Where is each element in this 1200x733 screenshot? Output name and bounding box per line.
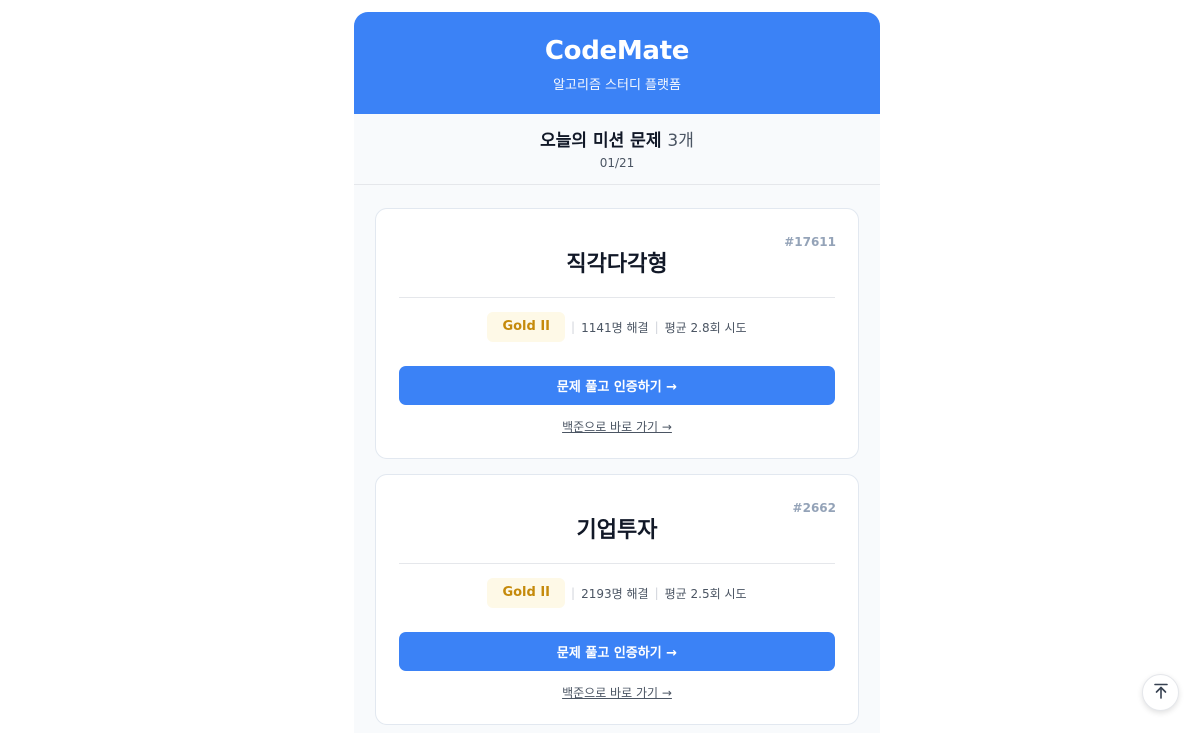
meta-separator: | bbox=[654, 586, 659, 600]
solve-verify-button[interactable]: 문제 풀고 인증하기 → bbox=[399, 366, 835, 405]
problem-list: #17611 직각다각형 Gold II | 1141명 해결 | 평균 2.8… bbox=[354, 185, 880, 725]
tier-badge: Gold II bbox=[487, 312, 566, 342]
app-header: CodeMate 알고리즘 스터디 플랫폼 bbox=[354, 12, 880, 114]
problem-meta: Gold II | 1141명 해결 | 평균 2.8회 시도 bbox=[399, 312, 835, 342]
meta-separator: | bbox=[571, 586, 576, 600]
mission-date: 01/21 bbox=[599, 156, 635, 170]
problem-card: #2662 기업투자 Gold II | 2193명 해결 | 평균 2.5회 … bbox=[375, 474, 859, 725]
solved-count: 2193명 해결 bbox=[581, 586, 649, 601]
brand-tagline: 알고리즘 스터디 플랫폼 bbox=[553, 78, 681, 93]
solve-verify-button[interactable]: 문제 풀고 인증하기 → bbox=[399, 632, 835, 671]
avg-attempts: 평균 2.8회 시도 bbox=[664, 320, 747, 335]
mission-title-label: 오늘의 미션 문제 bbox=[540, 131, 662, 151]
mission-count: 3개 bbox=[667, 131, 694, 151]
problem-meta: Gold II | 2193명 해결 | 평균 2.5회 시도 bbox=[399, 578, 835, 608]
card-divider bbox=[399, 563, 835, 564]
card-divider bbox=[399, 297, 835, 298]
boj-link[interactable]: 백준으로 바로 가기 → bbox=[399, 684, 835, 701]
solved-count: 1141명 해결 bbox=[581, 320, 649, 335]
problem-id: #2662 bbox=[792, 501, 836, 515]
arrow-up-to-line-icon bbox=[1152, 682, 1170, 704]
mission-title: 오늘의 미션 문제 3개 bbox=[354, 130, 880, 152]
mission-summary: 오늘의 미션 문제 3개 01/21 bbox=[354, 114, 880, 185]
avg-attempts: 평균 2.5회 시도 bbox=[664, 586, 747, 601]
app-container: CodeMate 알고리즘 스터디 플랫폼 오늘의 미션 문제 3개 01/21… bbox=[354, 12, 880, 733]
meta-separator: | bbox=[571, 320, 576, 334]
tier-badge: Gold II bbox=[487, 578, 566, 608]
problem-title: 기업투자 bbox=[576, 518, 658, 543]
scroll-to-top-button[interactable] bbox=[1142, 674, 1179, 711]
meta-separator: | bbox=[654, 320, 659, 334]
problem-id: #17611 bbox=[784, 235, 836, 249]
problem-title: 직각다각형 bbox=[566, 252, 668, 277]
problem-card: #17611 직각다각형 Gold II | 1141명 해결 | 평균 2.8… bbox=[375, 208, 859, 459]
boj-link[interactable]: 백준으로 바로 가기 → bbox=[399, 418, 835, 435]
brand-title: CodeMate bbox=[544, 36, 690, 66]
